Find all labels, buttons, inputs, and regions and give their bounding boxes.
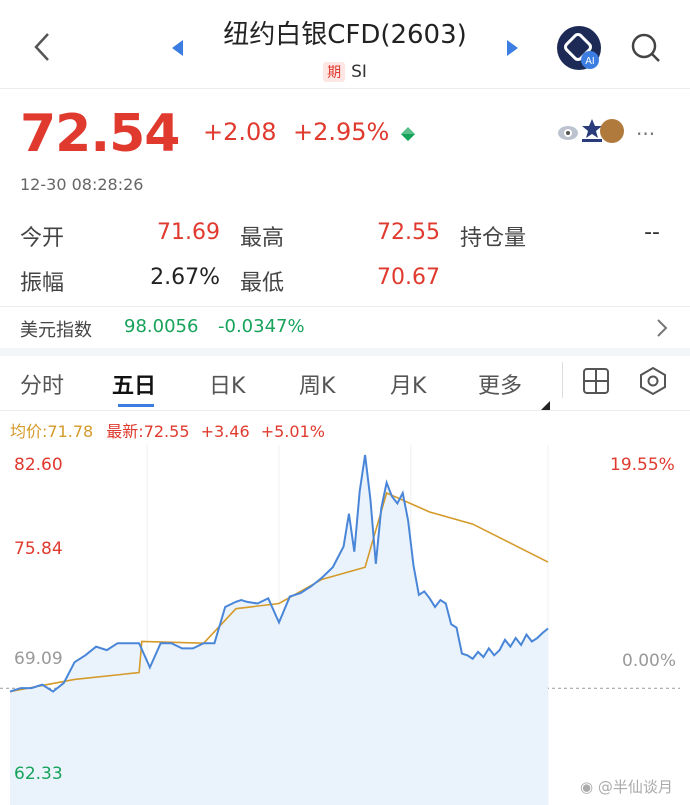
search-button[interactable] <box>630 32 662 64</box>
stat-label-open: 今开 <box>20 226 65 251</box>
y-tick-base: 69.09 <box>14 649 63 669</box>
svg-text:AI: AI <box>585 56 594 67</box>
legend-avg: 均价:71.78 <box>10 422 94 441</box>
tab-divider <box>562 362 563 398</box>
tab-intraday[interactable]: 分时 <box>20 368 64 400</box>
chevron-right-icon <box>657 319 668 337</box>
diamond-icon <box>400 126 416 142</box>
avatar[interactable] <box>600 119 624 143</box>
chart-legend: 均价:71.78 最新:72.55 +3.46 +5.01% <box>10 418 325 442</box>
weibo-icon[interactable] <box>557 120 581 142</box>
stat-value-low: 70.67 <box>377 265 440 290</box>
five-day-chart[interactable] <box>0 445 690 805</box>
stat-label-amplitude: 振幅 <box>20 271 65 296</box>
y-tick-upper: 75.84 <box>14 539 63 559</box>
tab-active-underline <box>118 404 154 407</box>
dollar-index-change: -0.0347% <box>218 316 305 337</box>
stat-value-open: 71.69 <box>157 220 220 245</box>
grid-icon <box>583 368 609 394</box>
stat-value-open-interest: -- <box>644 220 660 245</box>
futures-tag: 期 <box>323 62 346 82</box>
more-dots-icon: ··· <box>636 122 656 146</box>
y-tick-top: 82.60 <box>14 455 63 475</box>
right-tick-base: 0.00% <box>622 651 677 671</box>
last-price: 72.54 <box>20 104 180 164</box>
right-tick-top: 19.55% <box>610 455 675 475</box>
y-tick-bottom: 62.33 <box>14 764 63 784</box>
stat-value-amplitude: 2.67% <box>150 265 220 290</box>
watermark: ◉ @半仙谈月 <box>580 778 673 796</box>
quote-time: 12-30 08:28:26 <box>20 175 144 194</box>
layout-grid-button[interactable] <box>582 367 610 395</box>
legend-change: +3.46 <box>200 422 250 441</box>
stat-value-high: 72.55 <box>377 220 440 245</box>
price-change-pct: +2.95% <box>293 118 390 146</box>
tab-more[interactable]: 更多 <box>478 368 522 400</box>
price-change: +2.08 <box>203 118 277 146</box>
tab-daily-k[interactable]: 日K <box>209 368 245 400</box>
dropdown-corner-icon <box>540 396 550 411</box>
ai-assistant-button[interactable]: AI <box>555 24 603 72</box>
legend-latest: 最新:72.55 <box>106 422 190 441</box>
stat-label-low: 最低 <box>240 271 285 296</box>
stat-label-open-interest: 持仓量 <box>460 226 527 251</box>
next-symbol-arrow[interactable] <box>506 38 520 58</box>
dollar-index-row[interactable]: 美元指数 98.0056 -0.0347% <box>0 306 690 348</box>
legend-change-pct: +5.01% <box>260 422 325 441</box>
settings-hexagon-icon <box>640 366 666 396</box>
dollar-index-label: 美元指数 <box>20 320 92 341</box>
tab-weekly-k[interactable]: 周K <box>299 368 335 400</box>
dollar-index-value: 98.0056 <box>124 316 199 337</box>
symbol-code: SI <box>351 62 367 82</box>
search-icon <box>631 33 660 62</box>
ai-icon: AI <box>557 26 601 70</box>
weibo-watermark-icon: ◉ <box>580 778 594 796</box>
stat-label-high: 最高 <box>240 226 285 251</box>
more-menu-button[interactable]: ··· <box>636 122 655 146</box>
chart-settings-button[interactable] <box>638 366 668 396</box>
tab-five-day[interactable]: 五日 <box>112 368 156 400</box>
triangle-right-icon <box>507 40 518 56</box>
tab-monthly-k[interactable]: 月K <box>390 368 426 400</box>
